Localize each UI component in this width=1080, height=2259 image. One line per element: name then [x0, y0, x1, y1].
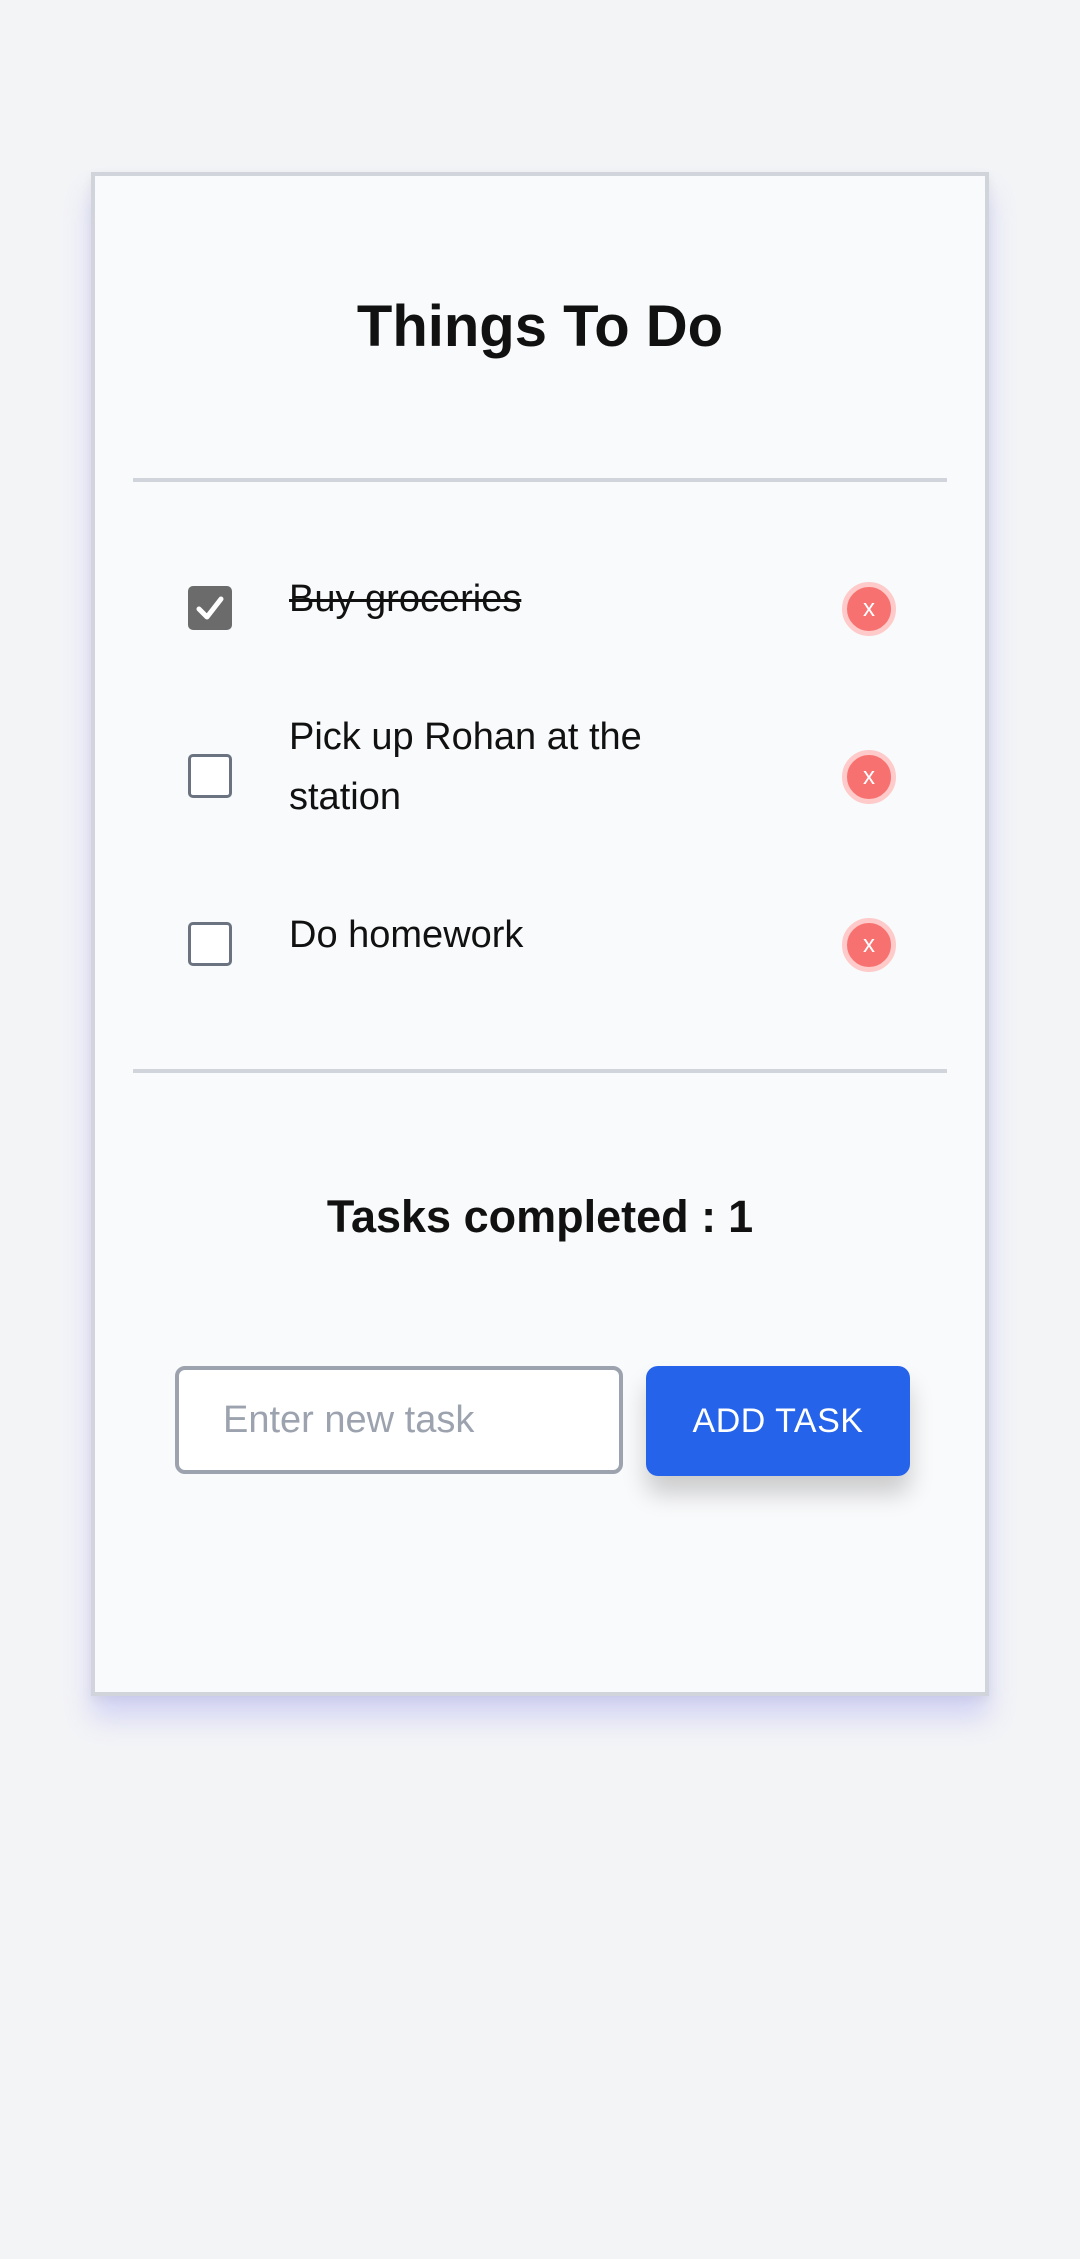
- delete-task-button[interactable]: x: [842, 750, 896, 804]
- add-task-button[interactable]: ADD TASK: [646, 1366, 910, 1476]
- task-label: Pick up Rohan at the station: [289, 716, 642, 818]
- tasks-completed-label: Tasks completed :: [326, 1191, 717, 1242]
- task-checkbox[interactable]: [188, 586, 232, 630]
- delete-task-button[interactable]: x: [842, 582, 896, 636]
- task-label: Buy groceries: [289, 578, 522, 620]
- todo-card: Things To Do Buy groceries x Pick up Roh…: [91, 172, 989, 1696]
- new-task-input[interactable]: [175, 1366, 623, 1474]
- task-checkbox[interactable]: [188, 754, 232, 798]
- task-checkbox[interactable]: [188, 922, 232, 966]
- tasks-completed-summary: Tasks completed :1: [95, 1194, 985, 1239]
- page-title: Things To Do: [356, 294, 724, 359]
- bottom-divider: [133, 1069, 947, 1073]
- top-divider: [133, 478, 947, 482]
- checkmark-icon: [196, 596, 224, 620]
- tasks-completed-count: 1: [728, 1191, 754, 1242]
- task-label: Do homework: [289, 914, 524, 956]
- delete-task-button[interactable]: x: [842, 918, 896, 972]
